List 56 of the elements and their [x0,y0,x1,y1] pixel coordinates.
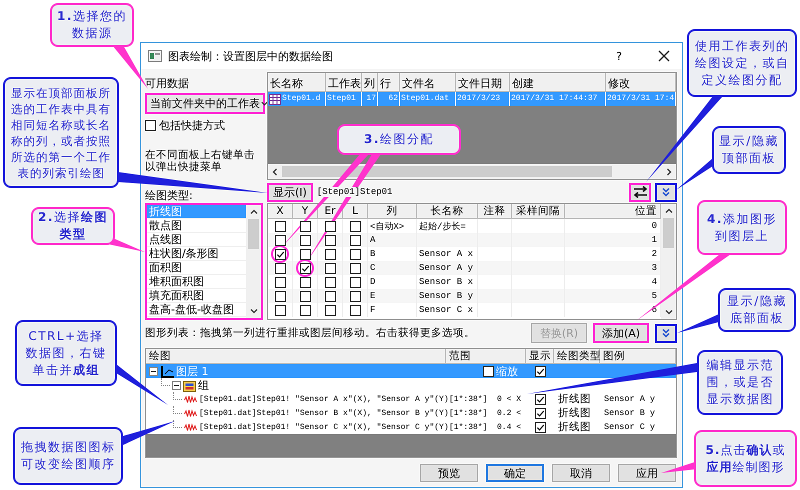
table-cell: 17 [362,92,378,106]
table-cell-text: 折线图 [557,420,592,434]
add-button[interactable]: 添加(A) [593,323,649,343]
table-cell-text: [1*:38*] 0.2 < [448,408,522,420]
tree-item-label: 图层 1 [176,364,208,379]
dialog-button[interactable]: 确定 [486,464,544,482]
table-cell: Sensor C x [417,303,478,317]
table-cell-text: Step01.d [282,93,320,105]
show-button[interactable]: 显示(I) [267,182,313,202]
table-cell-text: Sensor C y [603,421,656,434]
hint-text: 图形列表：拖拽第一列进行重排或图层间移动。右击获得更多选项。 [145,326,475,340]
callout: 拖拽数据图图标可改变绘图顺序 [13,427,123,485]
callout: 显示/隐藏顶部面板 [712,126,786,174]
table-cell: 2017/3/31 17:4 [606,92,676,106]
dialog-button[interactable]: 应用 [618,464,676,482]
table-cell: 62 [378,92,400,106]
table-cell-text: 折线图 [557,406,592,420]
data-source-dropdown[interactable]: 当前文件夹中的工作表 [145,93,265,114]
table-cell-text: [1*:38*] 0.4 < [448,422,522,434]
checkbox-label: 缩放 [496,364,518,379]
table-cell: Step01 [326,92,362,106]
callout: 5.点击确认或应用绘制图形 [694,430,797,487]
callout: CTRL+选择数据图，右键单击并成组 [15,320,117,386]
table-cell-text: Sensor A y [603,393,656,406]
callout: 4.添加图形到图层上 [697,200,787,255]
hint-text: 在不同面板上右键单击以弹出快捷菜单 [145,149,256,173]
callout: 编辑显示范围，或是否显示数据图 [697,350,783,415]
help-button[interactable]: ? [614,50,624,62]
checkbox-label: 包括快捷方式 [159,118,225,133]
section-label: 绘图类型: [145,188,194,202]
table-cell: Step01.dat [400,92,456,106]
tree-item-label: [Step01.dat]Step01! "Sensor A x"(X), "Sensor A y"(Y) [199,394,449,404]
dialog-button[interactable]: 预览 [420,464,478,482]
table-cell: 2017/3/23 [456,92,510,106]
tree-item-label: 组 [198,378,209,393]
tree-item-label: [Step01.dat]Step01! "Sensor C x"(X), "Sensor C y"(Y) [199,422,449,432]
callout: 1.选择您的数据源 [50,3,134,47]
callout: 显示在顶部面板所选的工作表中具有相同短名称或长名称的列，或者按照所选的第一个工作表的列索引绘图 [3,77,119,188]
table-cell-text: Sensor B y [603,407,656,420]
callout: 3.绘图分配 [337,124,461,155]
callout: 使用工作表列的绘图设定，或自定义绘图分配 [687,29,797,97]
tree-item-label: [Step01.dat]Step01! "Sensor B x"(X), "Sensor B y"(Y) [199,408,449,418]
callout: 显示/隐藏底部面板 [718,288,796,332]
callout: 2.选择绘图类型 [31,207,115,245]
section-label: 可用数据 [145,76,190,90]
dialog-button[interactable]: 取消 [552,464,610,482]
table-cell: F [368,303,417,317]
table-cell-text: 折线图 [557,392,592,406]
table-cell: 2017/3/31 17:44:37 [510,92,606,106]
tree-row[interactable]: [Step01.dat]Step01! "Sensor B x"(X), "Sensor B y"(Y)[1*:38*] 0.2 < 折线图 Sensor B y [146,406,676,420]
tree-row[interactable]: 组 [146,378,676,392]
tree-row[interactable]: [Step01.dat]Step01! "Sensor A x"(X), "Sensor A y"(Y)[1*:38*] 0 < X 折线图 Sensor A y [146,392,676,406]
sheet-path: [Step01]Step01 [316,187,392,197]
tree-row[interactable]: [Step01.dat]Step01! "Sensor C x"(X), "Sensor C y"(Y)[1*:38*] 0.4 < 折线图 Sensor C y [146,420,676,434]
dialog-title: 图表绘制：设置图层中的数据绘图 [168,48,333,64]
table-cell-text: [1*:38*] 0 < X [448,394,522,406]
